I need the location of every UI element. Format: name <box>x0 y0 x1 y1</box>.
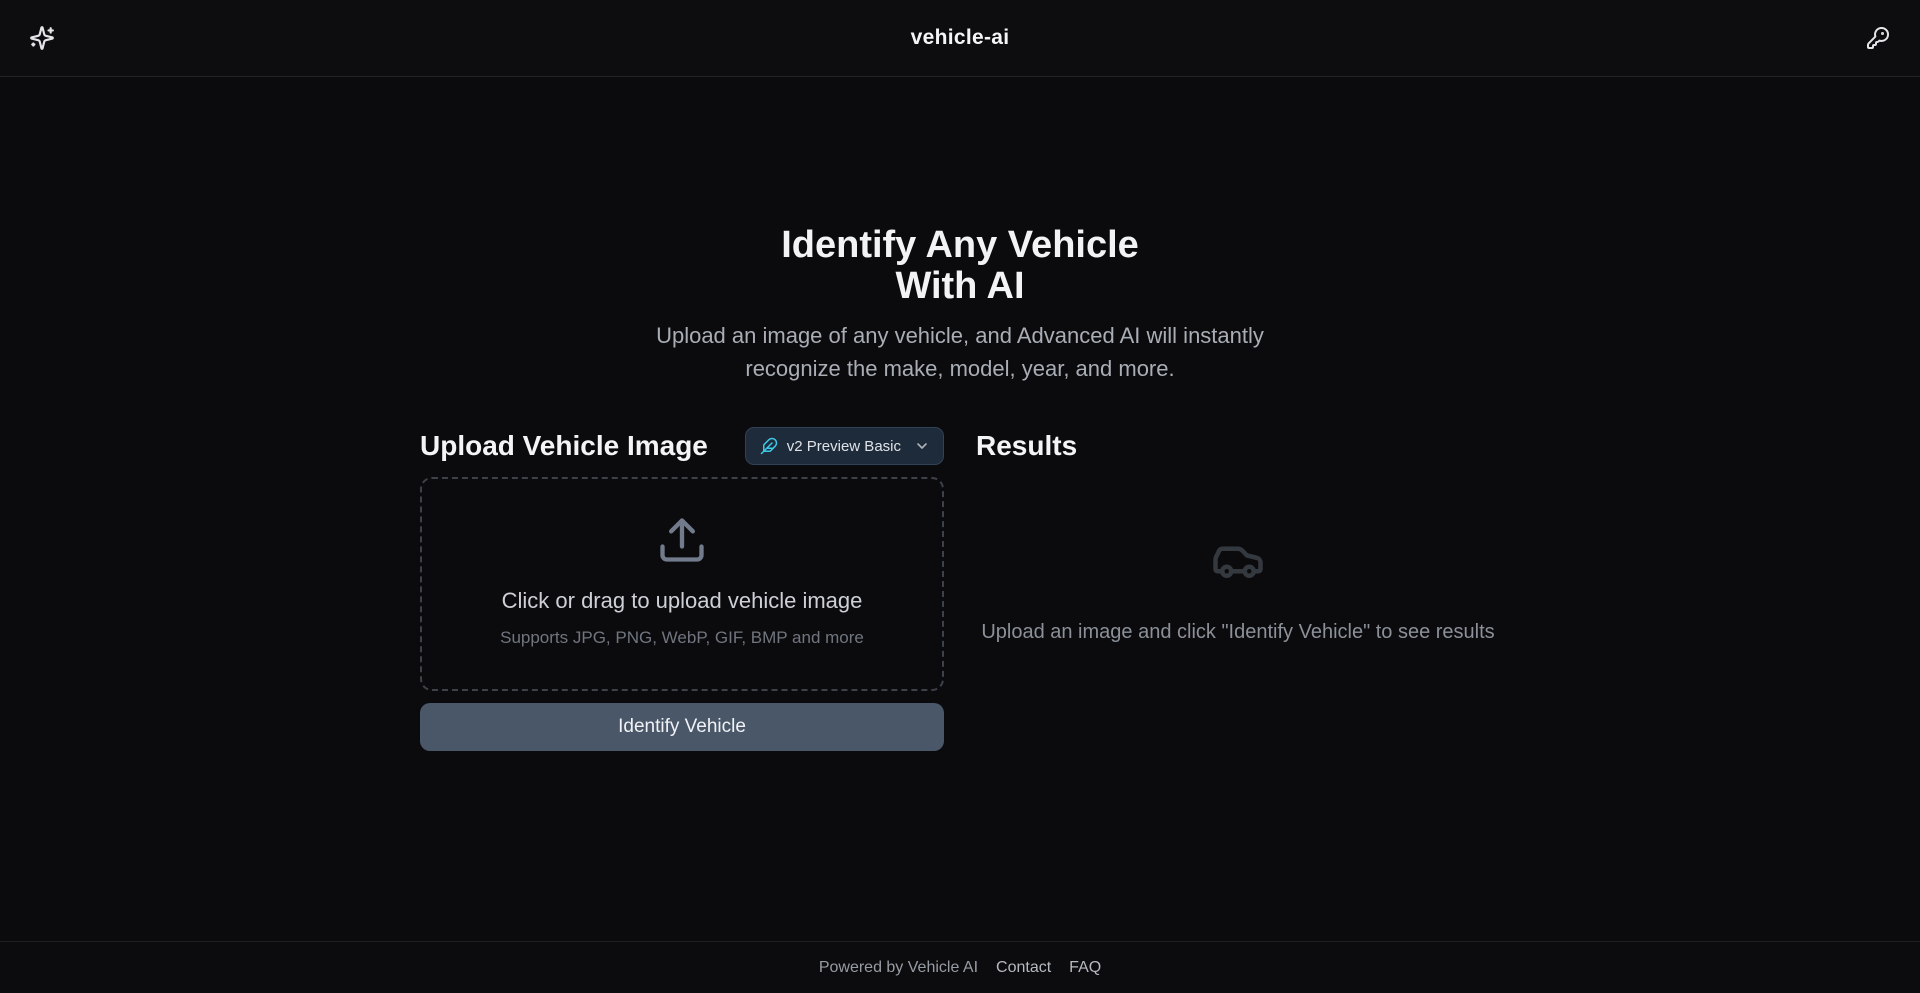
results-placeholder: Upload an image and click "Identify Vehi… <box>976 477 1500 644</box>
model-selector-label: v2 Preview Basic <box>787 438 901 455</box>
upload-column: Upload Vehicle Image v2 Preview Basic <box>420 427 944 751</box>
model-selector-dropdown[interactable]: v2 Preview Basic <box>745 427 944 465</box>
content-columns: Upload Vehicle Image v2 Preview Basic <box>420 427 1500 751</box>
page-subtitle-line2: recognize the make, model, year, and mor… <box>745 356 1174 381</box>
footer-link-faq[interactable]: FAQ <box>1069 959 1101 977</box>
page-title: Identify Any Vehicle With AI <box>0 225 1920 307</box>
results-column-header: Results <box>976 427 1500 465</box>
page-title-line2: With AI <box>895 265 1024 307</box>
results-placeholder-text: Upload an image and click "Identify Vehi… <box>981 621 1494 644</box>
page-subtitle-line1: Upload an image of any vehicle, and Adva… <box>656 323 1264 348</box>
results-heading: Results <box>976 430 1077 462</box>
results-column: Results Upload an image and click "Ident… <box>976 427 1500 751</box>
dropzone-primary-text: Click or drag to upload vehicle image <box>502 588 863 614</box>
sparkles-button[interactable] <box>24 20 60 56</box>
sparkles-icon <box>29 25 55 51</box>
hero-section: Identify Any Vehicle With AI Upload an i… <box>0 225 1920 385</box>
page-title-line1: Identify Any Vehicle <box>781 224 1139 266</box>
api-key-button[interactable] <box>1860 20 1896 56</box>
upload-icon <box>656 514 708 566</box>
key-icon <box>1866 26 1890 50</box>
identify-vehicle-button[interactable]: Identify Vehicle <box>420 703 944 751</box>
upload-dropzone[interactable]: Click or drag to upload vehicle image Su… <box>420 477 944 691</box>
footer-link-contact[interactable]: Contact <box>996 959 1051 977</box>
main-content: Identify Any Vehicle With AI Upload an i… <box>0 77 1920 941</box>
feather-icon <box>760 437 778 455</box>
upload-column-header: Upload Vehicle Image v2 Preview Basic <box>420 427 944 465</box>
app-title: vehicle-ai <box>911 26 1010 50</box>
upload-heading: Upload Vehicle Image <box>420 430 708 462</box>
chevron-down-icon <box>914 438 930 454</box>
car-icon <box>1211 533 1265 587</box>
powered-by-text: Powered by Vehicle AI <box>819 959 978 977</box>
dropzone-secondary-text: Supports JPG, PNG, WebP, GIF, BMP and mo… <box>500 628 864 648</box>
top-bar: vehicle-ai <box>0 0 1920 77</box>
footer: Powered by Vehicle AI Contact FAQ <box>0 941 1920 993</box>
page-subtitle: Upload an image of any vehicle, and Adva… <box>0 319 1920 385</box>
